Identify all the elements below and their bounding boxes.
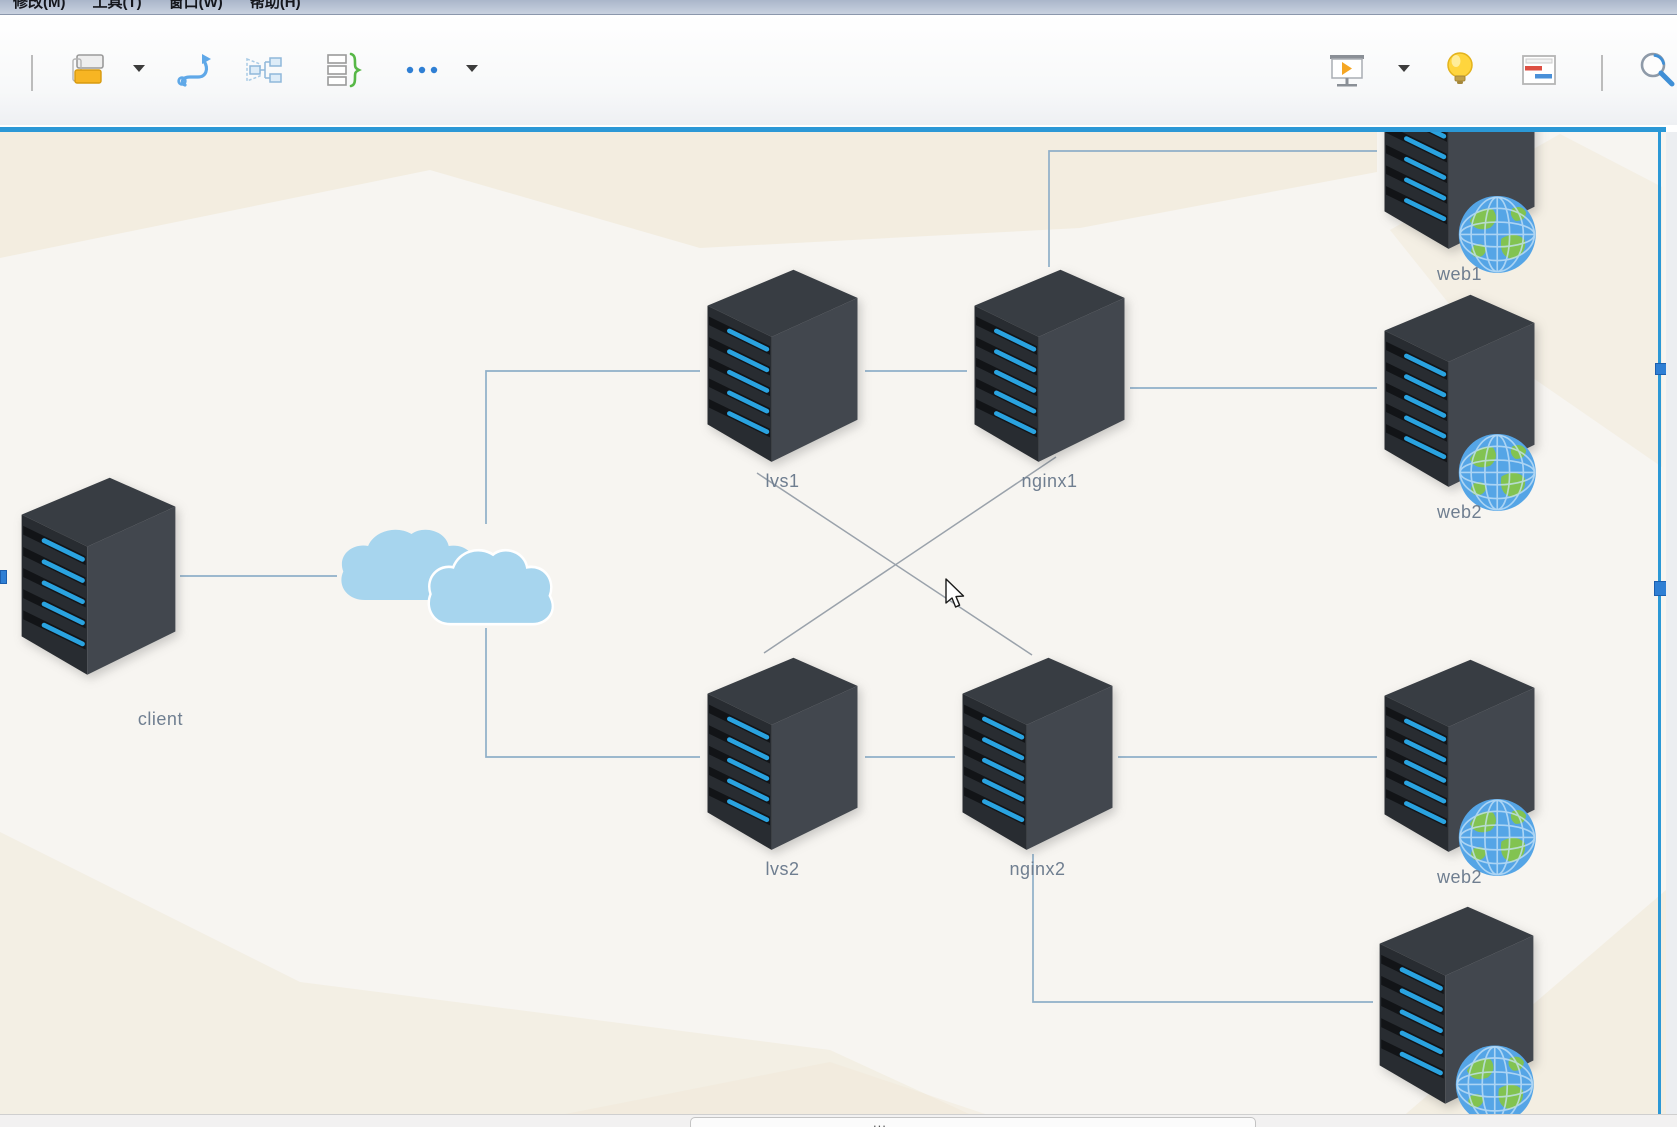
node-label: web1: [1377, 264, 1542, 285]
node-web2-lower[interactable]: web2: [1377, 655, 1542, 885]
server-icon: [967, 265, 1132, 465]
server-icon: [700, 265, 865, 465]
presentation-dropdown-arrow[interactable]: [1398, 65, 1410, 72]
scrollbar-thumb-dots: ...: [873, 1115, 887, 1127]
node-nginx2[interactable]: nginx2: [955, 653, 1120, 883]
toolbar: [0, 15, 1677, 125]
node-lvs1[interactable]: lvs1: [700, 265, 865, 495]
connector-flow-icon[interactable]: [174, 51, 212, 89]
horizontal-scrollbar-thumb[interactable]: ...: [690, 1117, 1256, 1127]
node-web2-upper[interactable]: web2: [1377, 290, 1542, 520]
page-right-border: [1658, 132, 1661, 1114]
right-edge-handle[interactable]: [1654, 581, 1666, 596]
node-client[interactable]: client: [17, 473, 180, 703]
list-brace-icon[interactable]: [324, 51, 362, 89]
node-cloud[interactable]: [330, 514, 570, 649]
more-dots-icon[interactable]: [403, 51, 441, 89]
globe-icon: [1453, 1035, 1537, 1114]
node-label: web2: [1377, 502, 1542, 523]
server-icon: [17, 473, 180, 678]
horizontal-scrollbar-track[interactable]: ...: [0, 1114, 1677, 1127]
menu-item-tools[interactable]: 工具(T): [93, 0, 142, 13]
org-chart-icon[interactable]: [245, 51, 283, 89]
right-edge-handle-upper[interactable]: [1655, 363, 1666, 375]
connector-cloud-lvs1[interactable]: [486, 371, 700, 524]
node-label: client: [79, 709, 242, 730]
connector-nginx1-web1[interactable]: [1049, 151, 1377, 267]
presentation-play-icon[interactable]: [1328, 51, 1366, 89]
node-label: web2: [1377, 867, 1542, 888]
node-label: lvs2: [700, 859, 865, 880]
gantt-window-icon[interactable]: [1520, 51, 1558, 89]
node-label: nginx1: [967, 471, 1132, 492]
search-icon[interactable]: [1638, 51, 1677, 89]
toolbar-separator: [31, 55, 33, 91]
node-label: nginx2: [955, 859, 1120, 880]
menu-item-modify[interactable]: 修改(M): [13, 0, 66, 13]
idea-bulb-icon[interactable]: [1441, 51, 1479, 89]
diagram-canvas[interactable]: client lvs1 nginx1 lvs2 nginx2: [0, 127, 1666, 1114]
server-icon: [955, 653, 1120, 853]
cloud-icon: [330, 514, 570, 649]
node-label: lvs1: [700, 471, 865, 492]
diagram-app-window: 修改(M) 工具(T) 窗口(W) 帮助(H): [0, 0, 1677, 1127]
canvas-outside-strip: [1666, 132, 1677, 1114]
node-web1[interactable]: web1: [1377, 127, 1542, 282]
more-dropdown-arrow[interactable]: [466, 65, 478, 72]
menu-item-help[interactable]: 帮助(H): [250, 0, 301, 13]
menu-bar: 修改(M) 工具(T) 窗口(W) 帮助(H): [0, 0, 1677, 15]
node-web-bottom[interactable]: [1373, 902, 1540, 1114]
menu-item-window[interactable]: 窗口(W): [169, 0, 223, 13]
mouse-cursor-icon: [944, 578, 968, 610]
shapes-dropdown-arrow[interactable]: [133, 65, 145, 72]
toolbar-separator: [1601, 55, 1603, 91]
shapes-icon[interactable]: [72, 51, 110, 89]
left-edge-handle[interactable]: [0, 570, 7, 584]
node-nginx1[interactable]: nginx1: [967, 265, 1132, 495]
server-icon: [700, 653, 865, 853]
node-lvs2[interactable]: lvs2: [700, 653, 865, 883]
